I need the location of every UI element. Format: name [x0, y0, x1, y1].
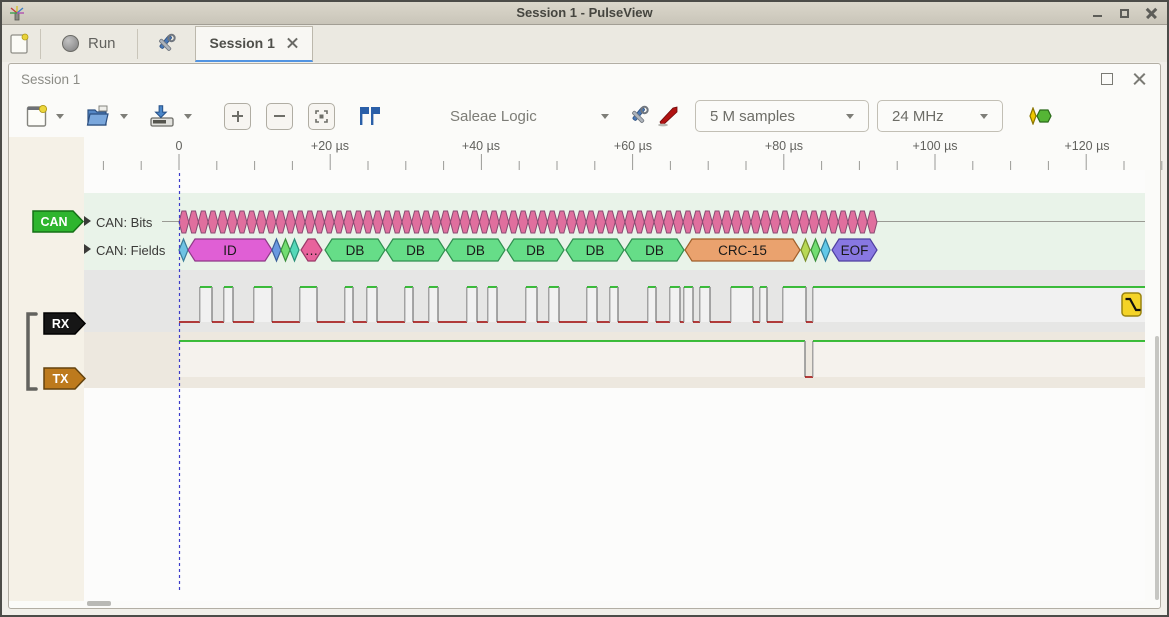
decode-field[interactable] [821, 239, 830, 261]
main-toolbar: Run Session 1 [2, 25, 1167, 62]
can-decoder-tag[interactable]: CAN [33, 211, 83, 232]
waveform-canvas[interactable]: ID … DB DB DB DB DB DB CRC-15 EOF CAN RX TX [0, 0, 1169, 617]
expand-arrow-icon[interactable] [84, 244, 91, 254]
decode-field[interactable] [801, 239, 810, 261]
can-fields-row[interactable]: ID … DB DB DB DB DB DB CRC-15 EOF [179, 239, 877, 261]
decode-field-label: DB [645, 243, 664, 258]
ruler-ticks [103, 154, 1161, 170]
decode-field-label: DB [586, 243, 605, 258]
decode-field-label: DB [466, 243, 485, 258]
window-titlebar[interactable]: Session 1 - PulseView [2, 2, 1167, 25]
run-state-icon [62, 35, 79, 52]
settings-button[interactable] [141, 29, 189, 59]
rx-channel-tag-label: RX [52, 317, 70, 331]
decoder-row-bits-label[interactable]: CAN: Bits [96, 215, 152, 230]
decode-field[interactable] [179, 239, 188, 261]
decode-field-label: CRC-15 [718, 243, 767, 258]
decode-field-label: EOF [841, 243, 869, 258]
decode-field-label: ID [223, 243, 237, 258]
tx-waveform[interactable] [179, 341, 1145, 377]
horizontal-scrollbar[interactable] [87, 601, 111, 606]
rx-waveform[interactable] [179, 287, 1145, 322]
decode-field[interactable] [281, 239, 290, 261]
tab-label: Session 1 [210, 35, 275, 51]
decode-field-label: DB [346, 243, 365, 258]
wrench-screwdriver-icon [153, 32, 177, 56]
close-icon[interactable] [1146, 8, 1157, 19]
run-button[interactable]: Run [44, 29, 134, 59]
maximize-icon[interactable] [1119, 8, 1130, 19]
tab-close-icon[interactable] [287, 38, 298, 49]
decode-field[interactable] [290, 239, 299, 261]
channel-group-bracket[interactable] [28, 314, 36, 389]
decode-field-label: … [305, 243, 319, 258]
tx-channel-tag[interactable]: TX [44, 368, 85, 389]
tab-session-1[interactable]: Session 1 [195, 26, 313, 62]
decode-field-label: DB [406, 243, 425, 258]
decode-field-label: DB [526, 243, 545, 258]
new-document-icon [10, 33, 29, 55]
toolbar-separator [137, 29, 138, 59]
minimize-icon[interactable] [1092, 8, 1103, 19]
vertical-scrollbar[interactable] [1155, 336, 1159, 600]
expand-arrow-icon[interactable] [84, 216, 91, 226]
decode-field[interactable] [811, 239, 820, 261]
tx-channel-tag-label: TX [53, 372, 70, 386]
trigger-marker-icon[interactable] [1122, 293, 1141, 316]
window-title: Session 1 - PulseView [2, 5, 1167, 20]
can-decoder-tag-label: CAN [40, 215, 67, 229]
rx-channel-tag[interactable]: RX [44, 313, 85, 334]
can-bits-row[interactable] [179, 211, 877, 233]
decoder-row-fields-label[interactable]: CAN: Fields [96, 243, 165, 258]
new-session-button[interactable] [2, 29, 37, 59]
run-label: Run [88, 35, 116, 52]
decode-field[interactable] [272, 239, 281, 261]
toolbar-separator [40, 29, 41, 59]
